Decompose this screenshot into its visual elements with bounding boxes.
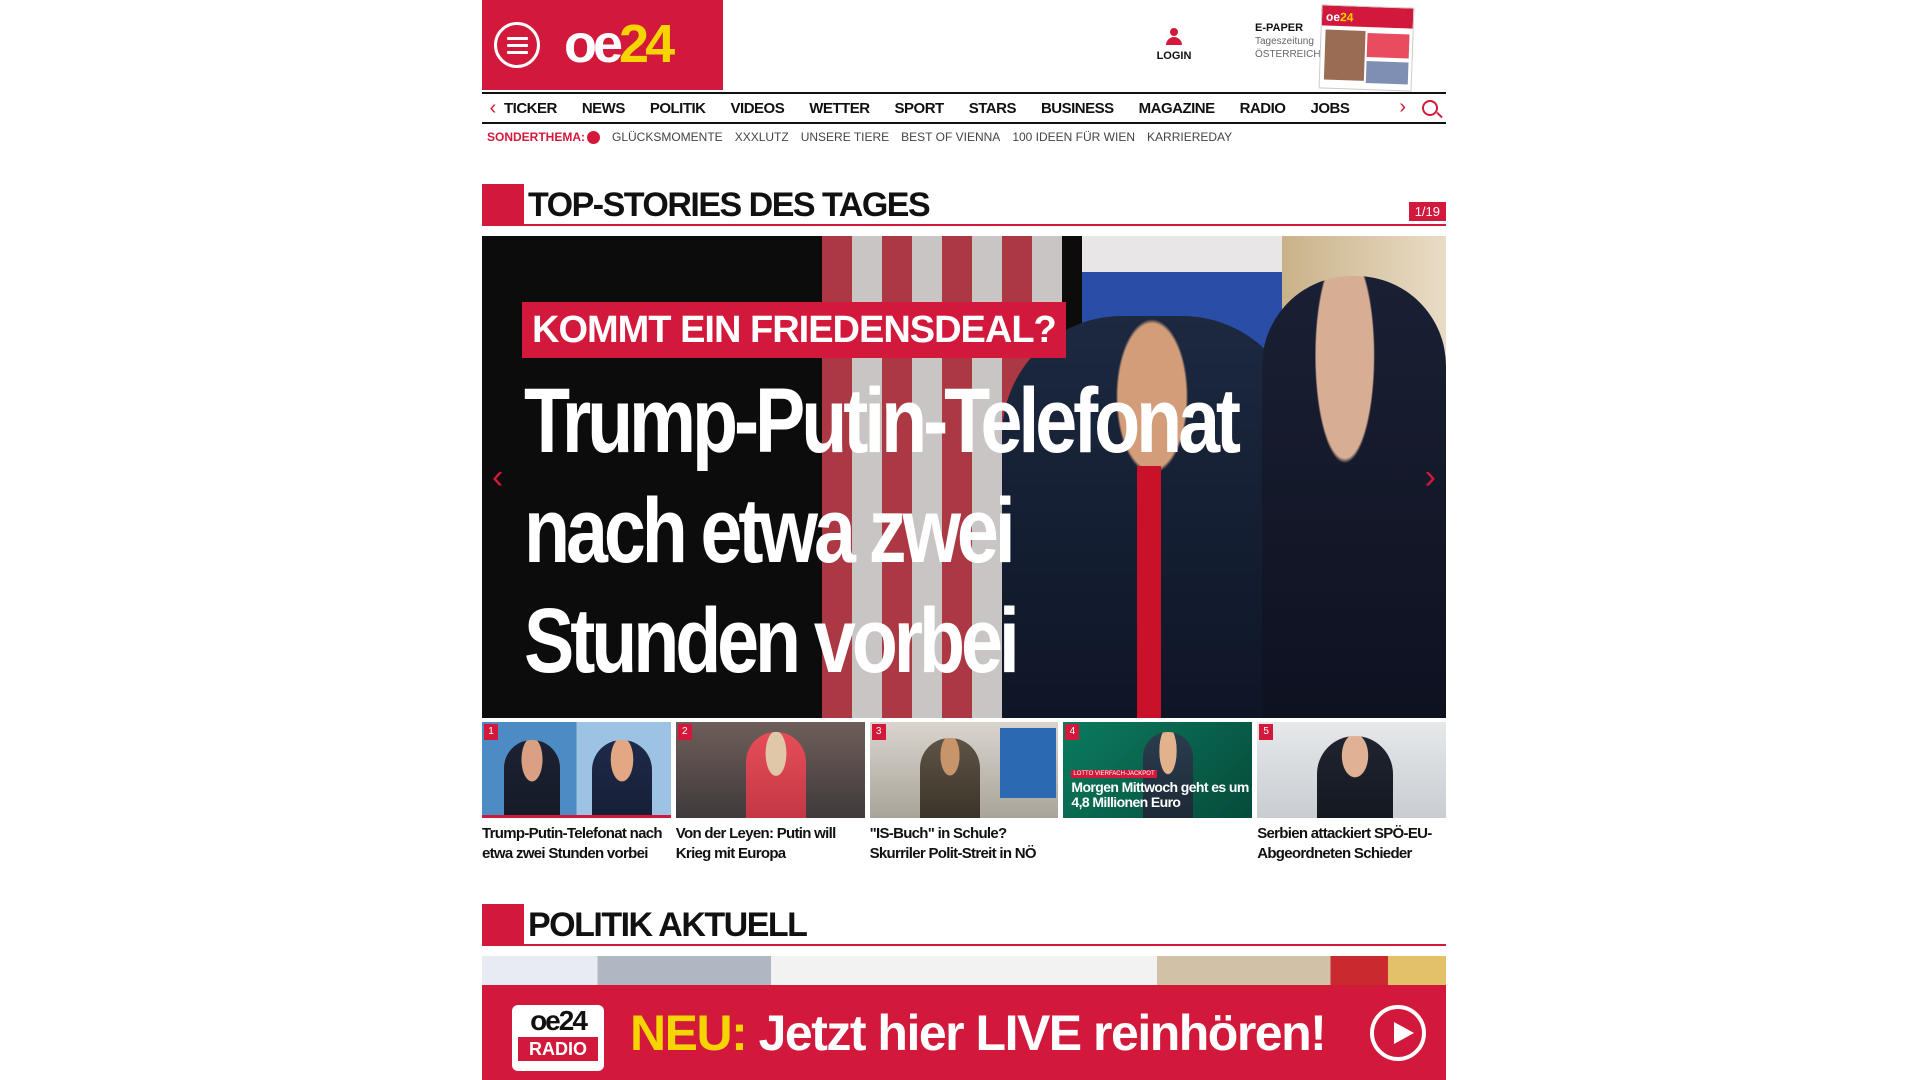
nav-item-ticker[interactable]: TICKER: [504, 100, 557, 117]
teaser-card[interactable]: 3 "IS-Buch" in Schule? Skurriler Polit-S…: [869, 722, 1059, 864]
teaser-image: 3: [869, 722, 1059, 818]
nav-item-wetter[interactable]: WETTER: [809, 100, 870, 117]
nav-item-business[interactable]: BUSINESS: [1041, 100, 1114, 117]
teaser-card[interactable]: 5 Serbien attackiert SPÖ-EU-Abgeordneten…: [1257, 722, 1446, 864]
login-label: LOGIN: [1156, 50, 1192, 62]
teaser-image: 2: [675, 722, 865, 818]
epaper-subtitle: Tageszeitung: [1255, 36, 1314, 47]
teaser-image: 5: [1257, 722, 1446, 818]
politik-header: POLITIK AKTUELL: [482, 904, 1446, 948]
teaser-card[interactable]: 1 Trump-Putin-Telefonat nach etwa zwei S…: [482, 722, 671, 864]
search-icon[interactable]: [1422, 100, 1438, 116]
nav-item-radio[interactable]: RADIO: [1240, 100, 1286, 117]
nav-item-jobs[interactable]: JOBS: [1310, 100, 1349, 117]
oe24-logo[interactable]: oe24: [564, 12, 675, 76]
teaser-image: 1: [482, 722, 671, 818]
teaser-number: 5: [1259, 724, 1274, 740]
play-icon[interactable]: [1370, 1005, 1426, 1061]
sonderthema-label: SONDERTHEMA:: [487, 130, 585, 144]
teaser-number: 1: [484, 724, 498, 740]
hero-headline[interactable]: Trump-Putin-Telefonat nach etwa zwei Stu…: [524, 366, 1246, 696]
nav-item-magazine[interactable]: MAGAZINE: [1139, 100, 1216, 117]
teaser-number: 2: [677, 724, 692, 740]
section-title: TOP-STORIES DES TAGES: [528, 186, 931, 224]
hero-photo-person-right: [1262, 276, 1446, 718]
heart-icon: [587, 130, 600, 144]
teaser-caption[interactable]: "IS-Buch" in Schule? Skurriler Polit-Str…: [870, 824, 1059, 864]
section-title: POLITIK AKTUELL: [528, 906, 808, 944]
nav-item-politik[interactable]: POLITIK: [650, 100, 706, 117]
subnav-item-xxxlutz[interactable]: XXXLUTZ: [735, 130, 789, 144]
nav-left-chevron-icon[interactable]: ‹: [482, 97, 504, 120]
main-nav: ‹ TICKER NEWS POLITIK VIDEOS WETTER SPOR…: [482, 92, 1446, 124]
radio-banner[interactable]: oe24 RADIO NEU: Jetzt hier LIVE reinhöre…: [482, 985, 1446, 1080]
teaser-number: 3: [871, 724, 886, 740]
nav-item-videos[interactable]: VIDEOS: [731, 100, 785, 117]
nav-item-sport[interactable]: SPORT: [895, 100, 945, 117]
teaser-card[interactable]: LOTTO VIERFACH-JACKPOT Morgen Mittwoch g…: [1063, 722, 1253, 864]
user-icon: [1166, 28, 1182, 46]
logo-area: oe24: [482, 0, 723, 90]
section-marker: [482, 184, 524, 226]
page: oe24 LOGIN E-PAPER Tageszeitung ÖSTERREI…: [482, 0, 1446, 1080]
radio-banner-message: Jetzt hier LIVE reinhören!: [758, 1005, 1327, 1061]
teaser-image: LOTTO VIERFACH-JACKPOT Morgen Mittwoch g…: [1063, 722, 1253, 818]
section-marker: [482, 904, 524, 946]
epaper-link[interactable]: E-PAPER Tageszeitung ÖSTERREICH: [1255, 22, 1321, 61]
nav-item-stars[interactable]: STARS: [969, 100, 1017, 117]
sonderthema-bar: SONDERTHEMA: GLÜCKSMOMENTE XXXLUTZ UNSER…: [487, 130, 1232, 144]
subnav-item-karriereday[interactable]: KARRIEREDAY: [1147, 130, 1232, 144]
slide-counter: 1/19: [1408, 202, 1446, 221]
oe24-radio-logo: oe24 RADIO: [512, 1005, 604, 1071]
subnav-item-gluecksmomente[interactable]: GLÜCKSMOMENTE: [612, 130, 723, 144]
teaser-strip: 1 Trump-Putin-Telefonat nach etwa zwei S…: [482, 722, 1446, 864]
nav-right-chevron-icon[interactable]: ›: [1399, 96, 1406, 119]
radio-banner-neu: NEU:: [630, 1005, 748, 1061]
teaser-caption[interactable]: Serbien attackiert SPÖ-EU-Abgeordneten S…: [1257, 824, 1446, 864]
slider-prev-icon[interactable]: ‹: [492, 458, 503, 497]
teaser-caption[interactable]: Von der Leyen: Putin will Krieg mit Euro…: [676, 824, 865, 864]
menu-icon[interactable]: [494, 22, 540, 68]
teaser-card[interactable]: 2 Von der Leyen: Putin will Krieg mit Eu…: [675, 722, 865, 864]
slider-next-icon[interactable]: ›: [1425, 458, 1436, 497]
teaser-image-label: LOTTO VIERFACH-JACKPOT: [1071, 770, 1157, 778]
teaser-caption[interactable]: Trump-Putin-Telefonat nach etwa zwei Stu…: [482, 824, 671, 864]
radio-banner-text: NEU: Jetzt hier LIVE reinhören!: [630, 1003, 1327, 1063]
epaper-paper-name: ÖSTERREICH: [1255, 49, 1321, 60]
hero-story[interactable]: KOMMT EIN FRIEDENSDEAL? Trump-Putin-Tele…: [482, 236, 1446, 718]
topstories-header: TOP-STORIES DES TAGES 1/19: [482, 184, 1446, 228]
epaper-thumbnail[interactable]: oe24: [1318, 4, 1415, 92]
login-button[interactable]: LOGIN: [1154, 28, 1194, 62]
subnav-item-100-ideen[interactable]: 100 IDEEN FÜR WIEN: [1012, 130, 1135, 144]
teaser-number: 4: [1065, 724, 1080, 740]
subnav-item-unsere-tiere[interactable]: UNSERE TIERE: [801, 130, 889, 144]
nav-item-news[interactable]: NEWS: [582, 100, 626, 117]
subnav-item-best-of-vienna[interactable]: BEST OF VIENNA: [901, 130, 1000, 144]
hero-kicker: KOMMT EIN FRIEDENSDEAL?: [522, 302, 1066, 358]
epaper-title: E-PAPER: [1255, 22, 1304, 34]
epaper-thumbnail-logo: oe24: [1325, 9, 1354, 25]
teaser-image-text: Morgen Mittwoch geht es um 4,8 Millionen…: [1071, 779, 1249, 810]
